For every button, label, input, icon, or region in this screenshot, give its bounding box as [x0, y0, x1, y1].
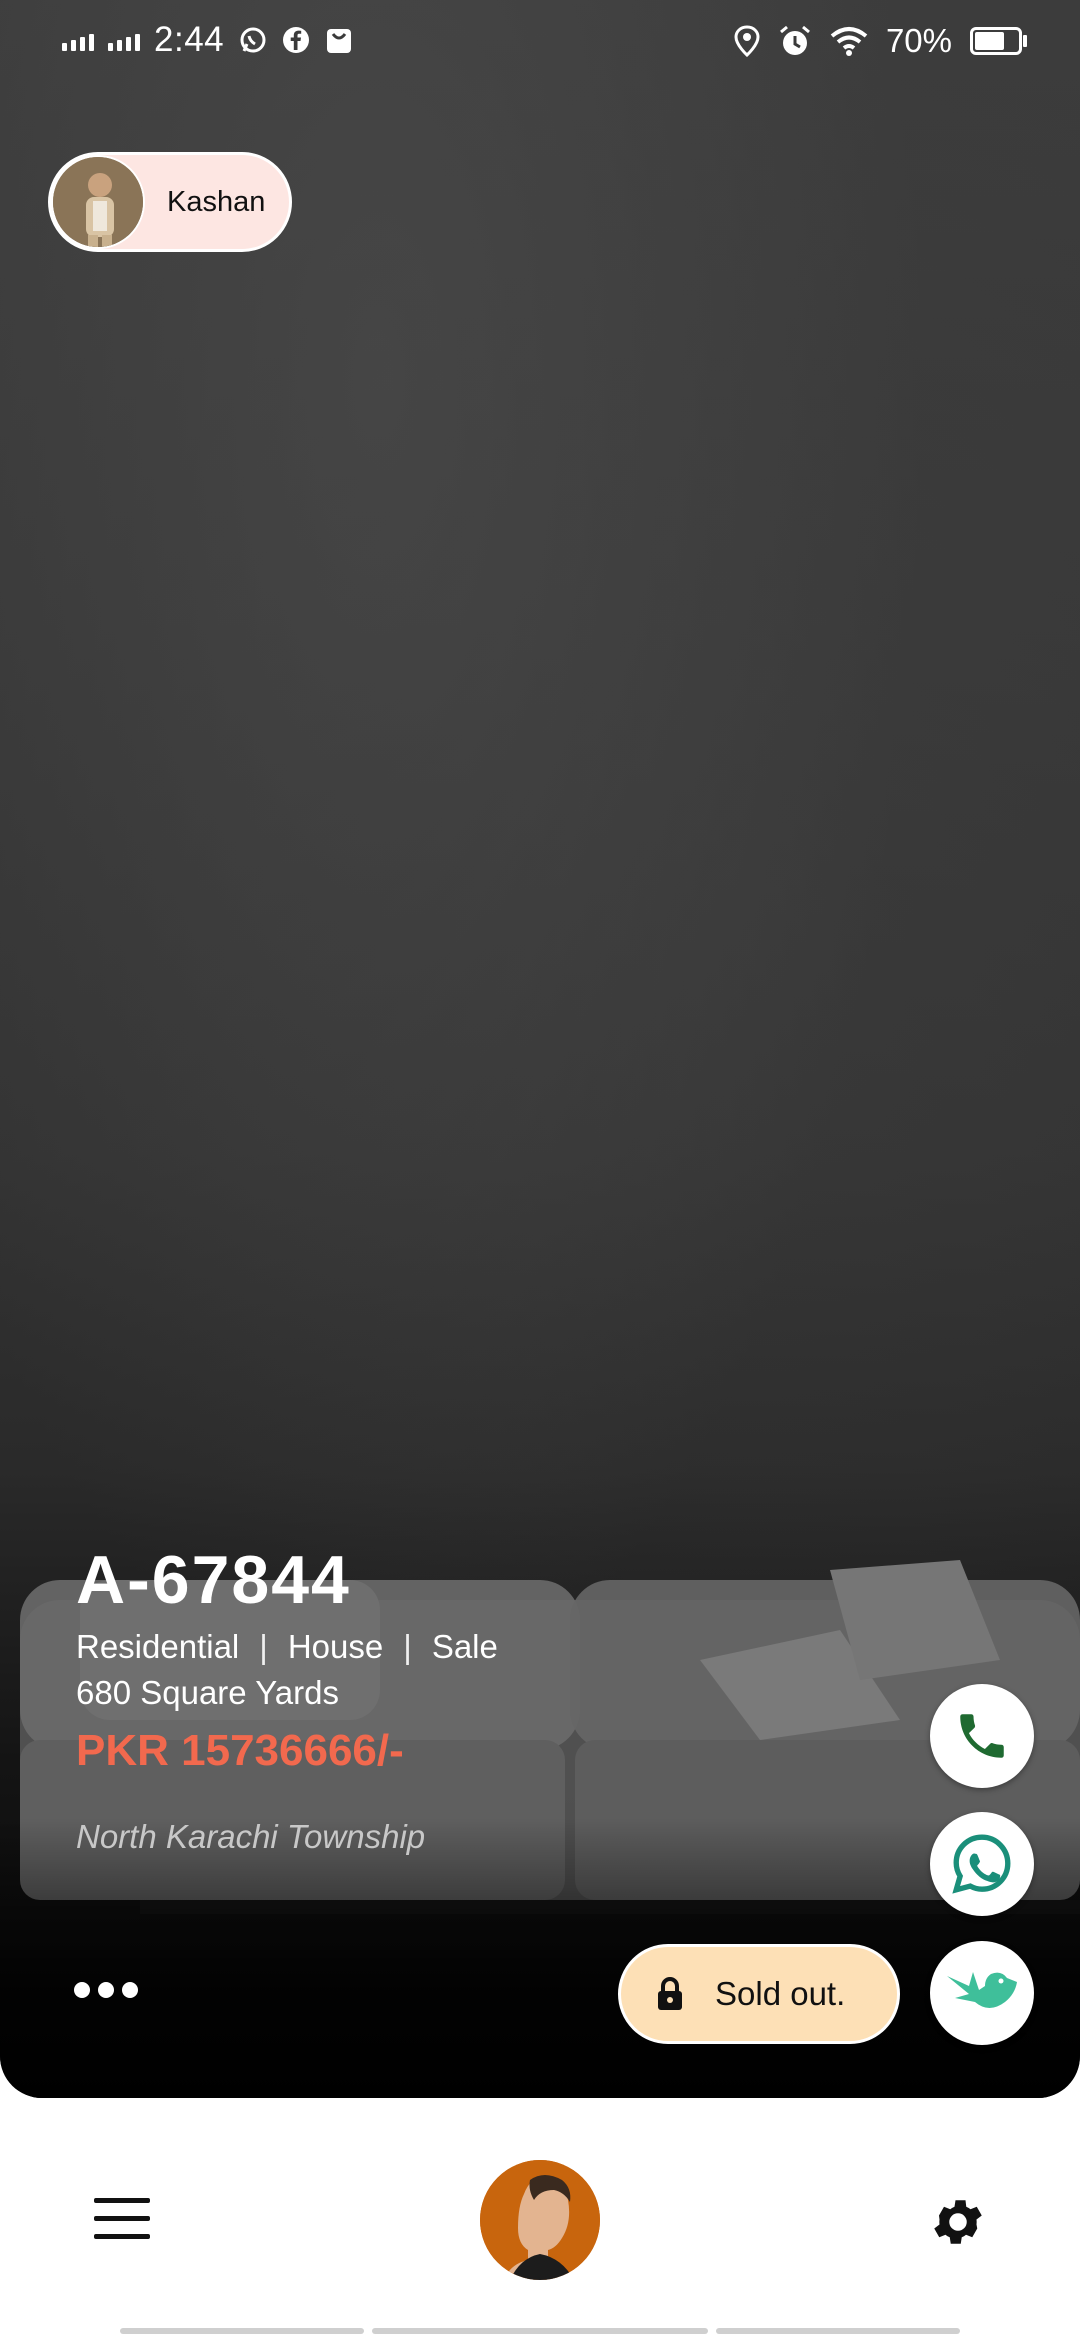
- share-button[interactable]: [930, 1941, 1034, 2045]
- lock-icon: [658, 1977, 682, 2010]
- whatsapp-icon: [952, 1834, 1011, 1894]
- agent-photo: [53, 157, 143, 247]
- home-indicator-segment: [120, 2328, 364, 2334]
- profile-photo: [480, 2160, 600, 2280]
- agent-name: Kashan: [167, 185, 266, 218]
- property-location: North Karachi Township: [76, 1818, 426, 1855]
- wifi-icon: [830, 27, 868, 56]
- menu-icon[interactable]: [94, 2198, 150, 2239]
- property-id: A-67844: [76, 1542, 351, 1618]
- signal-icon: [62, 29, 94, 51]
- status-time: 2:44: [154, 20, 225, 59]
- alarm-icon: [779, 25, 810, 55]
- property-size: 680 Square Yards: [76, 1674, 339, 1711]
- agent-chip[interactable]: Kashan: [48, 152, 292, 252]
- property-price: PKR 15736666/-: [76, 1726, 404, 1775]
- home-indicator-segment: [372, 2328, 708, 2334]
- sold-out-chip[interactable]: Sold out.: [618, 1944, 900, 2044]
- battery-percent: 70%: [885, 22, 952, 59]
- more-dots-icon[interactable]: [74, 1982, 138, 1998]
- battery-icon: [970, 27, 1027, 55]
- property-type: House: [287, 1628, 384, 1665]
- settings-icon[interactable]: [928, 2192, 988, 2252]
- bottom-shade: [0, 1818, 1080, 2098]
- bird-icon: [947, 1972, 1017, 2008]
- sold-out-label: Sold out.: [715, 1975, 846, 2012]
- property-info: A-67844 Residential | House | Sale 680 S…: [76, 1540, 498, 1856]
- whatsapp-icon: [240, 27, 266, 53]
- tag-separator: |: [259, 1628, 268, 1665]
- home-indicator-segment: [716, 2328, 960, 2334]
- status-bar: 2:44 70%: [0, 0, 1080, 86]
- signal-icon: [108, 29, 140, 51]
- shopping-bag-icon: [327, 29, 352, 53]
- tag-separator: |: [403, 1628, 412, 1665]
- call-button[interactable]: [930, 1684, 1034, 1788]
- location-icon: [734, 25, 760, 57]
- profile-avatar[interactable]: [480, 2160, 600, 2280]
- property-purpose: Sale: [431, 1628, 498, 1665]
- facebook-icon: [283, 27, 310, 53]
- property-category: Residential: [76, 1628, 240, 1665]
- whatsapp-button[interactable]: [930, 1812, 1034, 1916]
- phone-icon: [960, 1714, 1004, 1758]
- agent-avatar: [51, 155, 145, 249]
- property-tags: Residential | House | Sale: [76, 1628, 498, 1666]
